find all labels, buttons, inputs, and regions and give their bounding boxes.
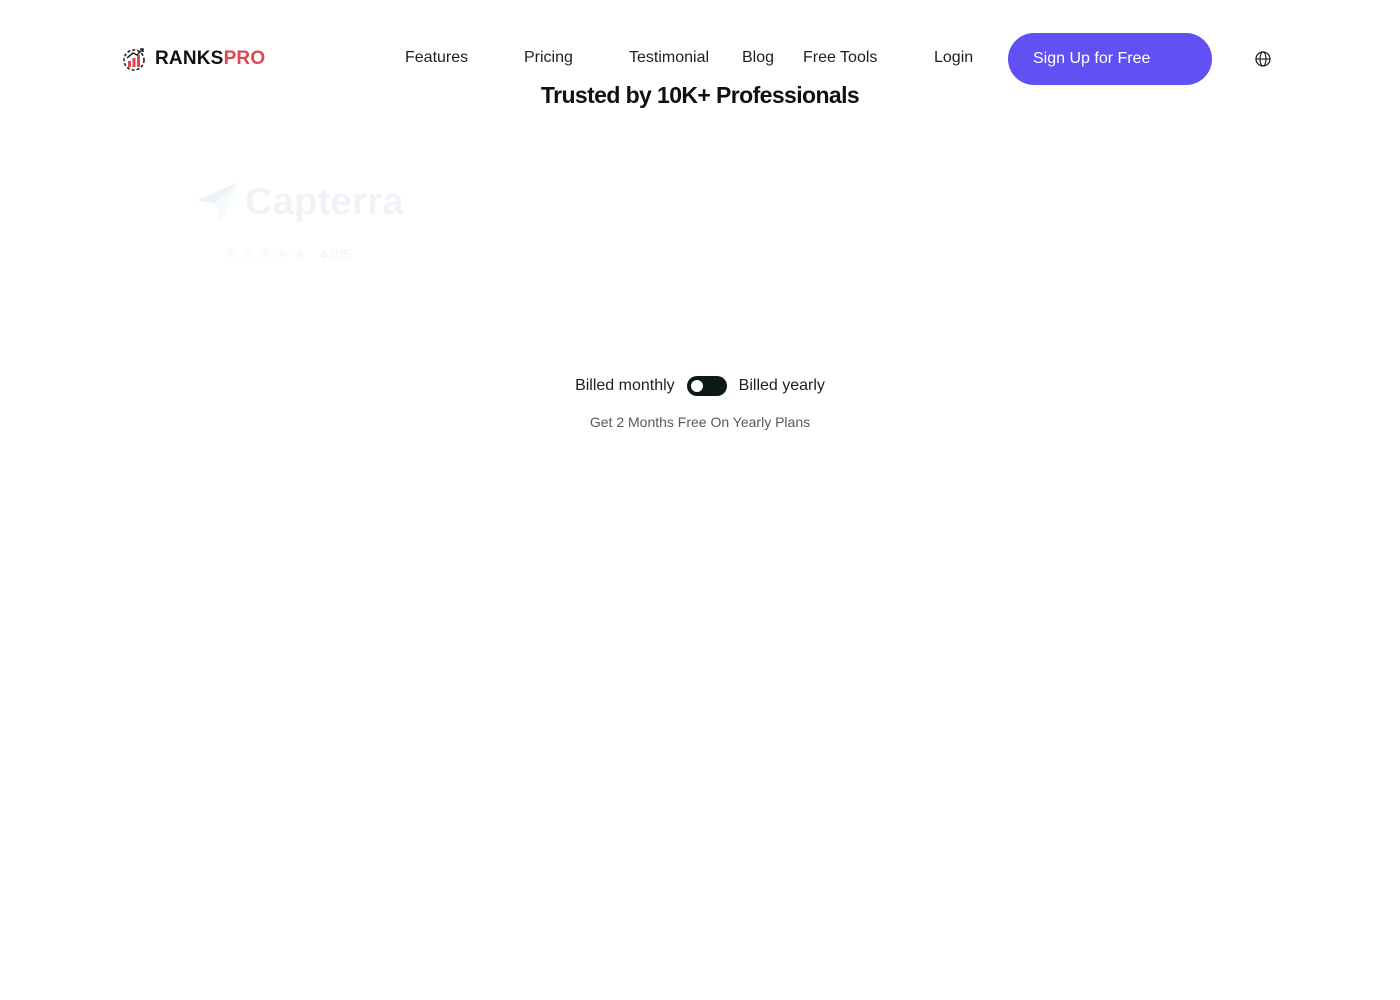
billing-period-toggle[interactable]	[686, 376, 727, 396]
capterra-name: Capterra	[245, 180, 404, 223]
nav-features[interactable]: Features	[405, 48, 468, 68]
trusted-headline: Trusted by 10K+ Professionals	[540, 82, 860, 108]
nav-free-tools[interactable]: Free Tools	[803, 48, 877, 68]
nav-pricing[interactable]: Pricing	[524, 48, 573, 68]
logo-gear-chart-icon	[123, 48, 145, 71]
capterra-logo-icon	[197, 182, 239, 222]
billed-yearly-label[interactable]: Billed yearly	[739, 377, 825, 395]
nav-blog[interactable]: Blog	[742, 48, 774, 68]
ranks-pro-logo[interactable]: RANKSPRO	[121, 44, 265, 74]
sign-up-button[interactable]: Sign Up for Free	[1008, 33, 1212, 85]
globe-icon[interactable]	[1254, 50, 1272, 68]
nav-testimonial[interactable]: Testimonial	[629, 48, 709, 68]
nav-login[interactable]: Login	[934, 48, 973, 68]
billed-monthly-label[interactable]: Billed monthly	[575, 377, 675, 395]
rating-stars-icon: ★★★★★	[223, 244, 310, 263]
toggle-knob	[690, 380, 703, 392]
capterra-review-badge: Capterra ★★★★★ 4.8/5	[195, 180, 404, 264]
logo-wordmark: RANKSPRO	[155, 48, 266, 69]
billing-toggle-row: Billed monthly Billed yearly	[0, 376, 1400, 396]
yearly-discount-note: Get 2 Months Free On Yearly Plans	[589, 414, 811, 430]
rating-value: 4.8/5	[319, 246, 351, 262]
page: RANKSPRO Features Pricing Testimonial Bl…	[0, 0, 1400, 1000]
